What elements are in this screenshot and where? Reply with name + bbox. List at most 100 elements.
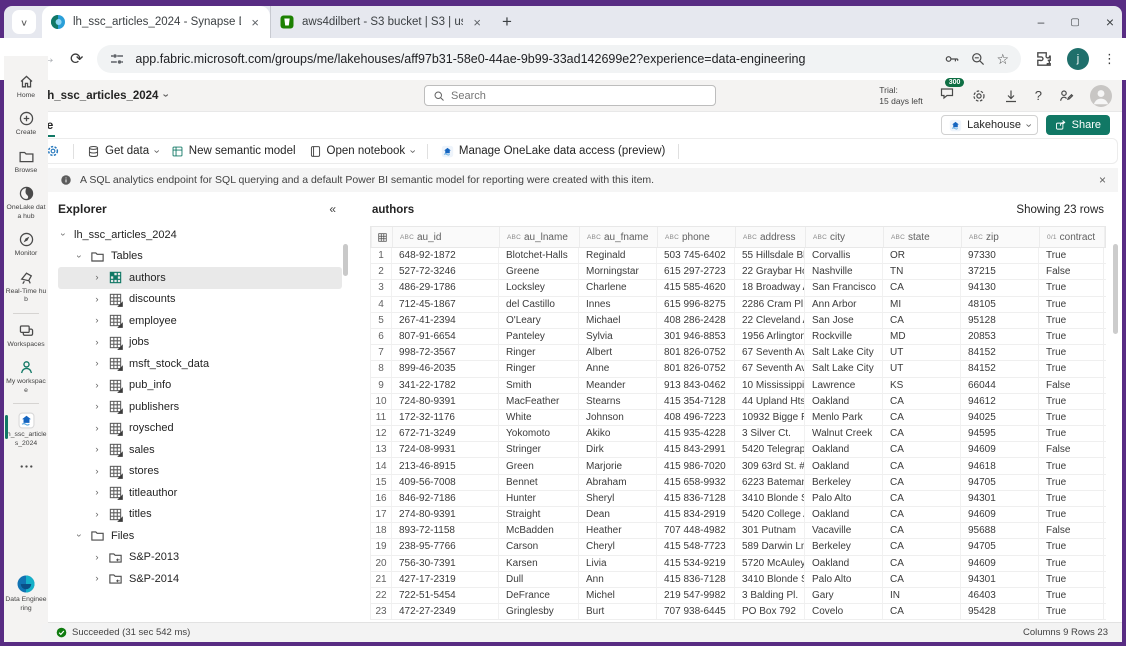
get-data-button[interactable]: Get data›: [87, 145, 158, 158]
table-row[interactable]: 20756-30-7391KarsenLivia415 534-92195720…: [370, 556, 1106, 572]
chevron-right-icon[interactable]: ›: [92, 487, 102, 498]
chevron-right-icon[interactable]: ›: [92, 401, 102, 412]
chevron-right-icon[interactable]: ›: [92, 337, 102, 348]
tree-table-titleauthor[interactable]: ›titleauthor: [58, 482, 342, 504]
column-header-state[interactable]: ABCstate: [884, 227, 962, 247]
chevron-right-icon[interactable]: ›: [92, 466, 102, 477]
tree-table-stores[interactable]: ›stores: [58, 461, 342, 483]
tab-search-button[interactable]: ∧: [12, 10, 36, 34]
column-header-city[interactable]: ABCcity: [806, 227, 884, 247]
column-header-contract[interactable]: 0/1contract: [1040, 227, 1105, 247]
tree-file-S&P-2013[interactable]: ›S&P-2013: [58, 547, 342, 569]
table-row[interactable]: 10724-80-9391MacFeatherStearns415 354-71…: [370, 394, 1106, 410]
table-row[interactable]: 12672-71-3249YokomotoAkiko415 935-42283 …: [370, 426, 1106, 442]
rail-item-lh-ssc-articles-2024[interactable]: lh_ssc_articles_2024: [4, 407, 48, 453]
browser-menu-icon[interactable]: ⋮: [1103, 51, 1116, 67]
account-avatar[interactable]: [1090, 85, 1112, 107]
rail-item-monitor[interactable]: Monitor: [4, 226, 48, 263]
collapse-panel-icon[interactable]: «: [329, 202, 336, 216]
grid-corner-cell[interactable]: [371, 227, 393, 247]
minimize-button[interactable]: –: [1038, 15, 1045, 29]
chevron-down-icon[interactable]: ›: [58, 230, 69, 240]
explorer-scrollbar[interactable]: [343, 244, 348, 276]
tree-table-authors[interactable]: ›authors: [58, 267, 342, 289]
table-row[interactable]: 9341-22-1782SmithMeander913 843-046210 M…: [370, 378, 1106, 394]
table-row[interactable]: 14213-46-8915GreenMarjorie415 986-702030…: [370, 458, 1106, 474]
table-row[interactable]: 7998-72-3567RingerAlbert801 826-075267 S…: [370, 345, 1106, 361]
chevron-right-icon[interactable]: ›: [92, 423, 102, 434]
chevron-right-icon[interactable]: ›: [92, 380, 102, 391]
close-window-button[interactable]: ×: [1106, 14, 1114, 30]
rail-item-my-workspace[interactable]: My workspace: [4, 354, 48, 400]
table-row[interactable]: 22722-51-5454DeFranceMichel219 547-99823…: [370, 588, 1106, 604]
maximize-button[interactable]: ▢: [1070, 17, 1079, 28]
table-row[interactable]: 15409-56-7008BennetAbraham415 658-993262…: [370, 475, 1106, 491]
site-settings-icon[interactable]: [109, 51, 125, 67]
tree-table-titles[interactable]: ›titles: [58, 504, 342, 526]
tree-table-jobs[interactable]: ›jobs: [58, 332, 342, 354]
help-icon[interactable]: ?: [1035, 88, 1042, 103]
column-header-au_id[interactable]: ABCau_id: [393, 227, 500, 247]
column-header-au_fname[interactable]: ABCau_fname: [580, 227, 658, 247]
chevron-right-icon[interactable]: ›: [92, 358, 102, 369]
chevron-right-icon[interactable]: ›: [92, 573, 102, 584]
rail-item-real-time-hub[interactable]: Real-Time hub: [4, 264, 48, 310]
rail-item-onelake-data-hub[interactable]: OneLake data hub: [4, 180, 48, 226]
table-row[interactable]: 17274-80-9391StraightDean415 834-2919542…: [370, 507, 1106, 523]
reload-button[interactable]: ⟳: [70, 49, 83, 69]
workspace-title-dropdown[interactable]: lh_ssc_articles_2024 ›: [44, 90, 167, 102]
rail-item-browse[interactable]: Browse: [4, 143, 48, 180]
extensions-icon[interactable]: [1035, 50, 1053, 68]
chevron-right-icon[interactable]: ›: [92, 315, 102, 326]
new-tab-button[interactable]: +: [492, 12, 522, 32]
tree-table-publishers[interactable]: ›publishers: [58, 396, 342, 418]
rail-item-home[interactable]: Home: [4, 68, 48, 105]
tree-section-files[interactable]: ›Files: [58, 525, 342, 547]
tree-table-roysched[interactable]: ›roysched: [58, 418, 342, 440]
chevron-right-icon[interactable]: ›: [92, 294, 102, 305]
chevron-right-icon[interactable]: ›: [92, 509, 102, 520]
chevron-down-icon[interactable]: ›: [74, 531, 85, 541]
browser-profile-avatar[interactable]: j: [1067, 48, 1089, 70]
manage-onelake-access-button[interactable]: Manage OneLake data access (preview): [441, 145, 665, 158]
chevron-right-icon[interactable]: ›: [92, 552, 102, 563]
settings-gear-blue-icon[interactable]: [46, 144, 60, 158]
table-row[interactable]: 6807-91-6654PanteleySylvia301 946-885319…: [370, 329, 1106, 345]
rail-item--[interactable]: [4, 453, 48, 480]
zoom-out-icon[interactable]: [970, 51, 986, 67]
tree-table-sales[interactable]: ›sales: [58, 439, 342, 461]
table-row[interactable]: 11172-32-1176WhiteJohnson408 496-7223109…: [370, 410, 1106, 426]
tree-section-tables[interactable]: ›Tables: [58, 246, 342, 268]
table-row[interactable]: 2527-72-3246GreeneMorningstar615 297-272…: [370, 264, 1106, 280]
table-row[interactable]: 21427-17-2319DullAnn415 836-71283410 Blo…: [370, 572, 1106, 588]
tree-table-pub_info[interactable]: ›pub_info: [58, 375, 342, 397]
fabric-search-input[interactable]: Search: [424, 85, 716, 106]
tab-close-icon[interactable]: ×: [248, 15, 262, 30]
table-row[interactable]: 5267-41-2394O'LearyMichael408 286-242822…: [370, 313, 1106, 329]
table-row[interactable]: 18893-72-1158McBaddenHeather707 448-4982…: [370, 523, 1106, 539]
tree-table-discounts[interactable]: ›discounts: [58, 289, 342, 311]
settings-gear-icon[interactable]: [971, 88, 987, 104]
tree-root[interactable]: ›lh_ssc_articles_2024: [58, 224, 342, 246]
chevron-right-icon[interactable]: ›: [92, 444, 102, 455]
browser-tab-inactive[interactable]: aws4dilbert - S3 bucket | S3 | us ×: [270, 6, 492, 38]
rail-item-data-engineering[interactable]: Data Engineering: [4, 569, 48, 618]
password-key-icon[interactable]: [944, 51, 960, 67]
banner-close-icon[interactable]: ×: [1099, 173, 1106, 187]
table-row[interactable]: 16846-92-7186HunterSheryl415 836-7128341…: [370, 491, 1106, 507]
chevron-right-icon[interactable]: ›: [92, 272, 102, 283]
tree-file-S&P-2014[interactable]: ›S&P-2014: [58, 568, 342, 590]
table-row[interactable]: 23472-27-2349GringlesbyBurt707 938-6445P…: [370, 604, 1106, 620]
column-header-zip[interactable]: ABCzip: [962, 227, 1040, 247]
tab-close-icon[interactable]: ×: [470, 15, 484, 30]
column-header-address[interactable]: ABCaddress: [736, 227, 806, 247]
bookmark-star-icon[interactable]: ☆: [996, 51, 1009, 68]
url-bar[interactable]: app.fabric.microsoft.com/groups/me/lakeh…: [97, 45, 1021, 73]
tree-table-employee[interactable]: ›employee: [58, 310, 342, 332]
rail-item-create[interactable]: Create: [4, 105, 48, 142]
open-notebook-button[interactable]: Open notebook›: [309, 145, 414, 158]
new-semantic-model-button[interactable]: New semantic model: [171, 145, 296, 158]
feedback-icon[interactable]: [1058, 88, 1074, 104]
table-row[interactable]: 13724-08-9931StringerDirk415 843-2991542…: [370, 442, 1106, 458]
grid-scrollbar[interactable]: [1113, 244, 1118, 334]
